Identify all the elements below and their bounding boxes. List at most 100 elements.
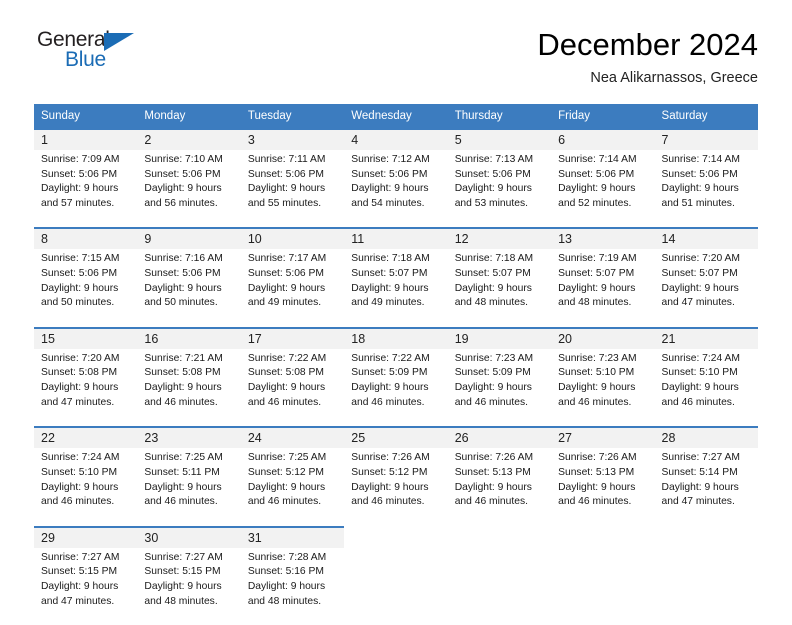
day-daylight-text: Daylight: 9 hours	[41, 183, 119, 195]
calendar-day-number[interactable]: 4	[344, 128, 448, 150]
day-sunset-text: Sunset: 5:06 PM	[144, 268, 221, 280]
day-daylight-text: and 47 minutes.	[41, 595, 115, 607]
day-daylight-text: Daylight: 9 hours	[144, 183, 222, 195]
calendar-day-number[interactable]: 28	[654, 426, 758, 449]
calendar-day-number[interactable]: 22	[34, 426, 138, 449]
day-daylight-text: Daylight: 9 hours	[41, 382, 119, 394]
weekday-header-thursday: Thursday	[447, 104, 552, 129]
calendar-day-number[interactable]: 20	[551, 326, 655, 349]
calendar-day-details: Sunrise: 7:13 AM Sunset: 5:06 PM Daylight:…	[447, 150, 552, 229]
calendar-day-details: Sunrise: 7:18 AM Sunset: 5:07 PM Daylight:…	[344, 249, 448, 328]
calendar-cell-empty	[344, 547, 448, 625]
day-daylight-text: Daylight: 9 hours	[41, 580, 119, 592]
calendar-day-number[interactable]: 17	[240, 326, 345, 349]
day-sunset-text: Sunset: 5:09 PM	[351, 367, 428, 379]
day-daylight-text: and 46 minutes.	[247, 496, 322, 508]
calendar-day-details: Sunrise: 7:19 AM Sunset: 5:07 PM Daylight:…	[551, 249, 655, 328]
calendar-day-number[interactable]: 16	[137, 326, 241, 349]
day-daylight-text: and 50 minutes.	[144, 297, 218, 309]
day-daylight-text: Daylight: 9 hours	[558, 183, 636, 195]
day-daylight-text: and 46 minutes.	[558, 496, 632, 508]
calendar-week-details: Sunrise: 7:09 AM Sunset: 5:06 PM Daylight:…	[34, 150, 758, 229]
day-daylight-text: and 47 minutes.	[661, 297, 735, 309]
calendar-day-number[interactable]: 21	[654, 326, 758, 349]
day-sunrise-text: Sunrise: 7:15 AM	[41, 253, 120, 265]
day-daylight-text: and 46 minutes.	[41, 496, 115, 508]
day-daylight-text: and 53 minutes.	[454, 197, 528, 209]
calendar-day-details: Sunrise: 7:21 AM Sunset: 5:08 PM Daylight:…	[137, 348, 241, 428]
day-sunset-text: Sunset: 5:08 PM	[247, 367, 324, 379]
day-sunset-text: Sunset: 5:08 PM	[41, 367, 118, 379]
calendar-day-details: Sunrise: 7:26 AM Sunset: 5:12 PM Daylight:…	[344, 448, 448, 527]
day-daylight-text: Daylight: 9 hours	[247, 382, 326, 394]
day-daylight-text: Daylight: 9 hours	[247, 580, 326, 592]
day-sunrise-text: Sunrise: 7:27 AM	[661, 452, 740, 464]
calendar-day-number[interactable]: 8	[34, 227, 138, 250]
day-daylight-text: and 57 minutes.	[41, 197, 115, 209]
day-sunset-text: Sunset: 5:07 PM	[661, 268, 738, 280]
calendar-day-number[interactable]: 10	[240, 227, 345, 250]
calendar-day-number[interactable]: 2	[137, 128, 241, 150]
calendar-day-number[interactable]: 27	[551, 426, 655, 449]
logo-triangle-icon	[104, 33, 134, 51]
calendar-week-daynumbers: 29 30 31	[34, 525, 758, 548]
day-sunset-text: Sunset: 5:08 PM	[144, 367, 221, 379]
day-daylight-text: Daylight: 9 hours	[247, 282, 326, 294]
day-sunrise-text: Sunrise: 7:14 AM	[661, 154, 740, 165]
day-daylight-text: Daylight: 9 hours	[247, 481, 326, 493]
calendar-cell-empty	[654, 525, 758, 548]
calendar-day-number[interactable]: 18	[344, 326, 448, 349]
calendar-day-number[interactable]: 6	[551, 128, 655, 150]
day-sunset-text: Sunset: 5:10 PM	[41, 466, 118, 478]
day-sunrise-text: Sunrise: 7:27 AM	[144, 551, 223, 563]
calendar-day-number[interactable]: 25	[344, 426, 448, 449]
day-sunrise-text: Sunrise: 7:20 AM	[41, 352, 120, 364]
calendar-day-number[interactable]: 5	[447, 128, 552, 150]
day-sunset-text: Sunset: 5:07 PM	[351, 268, 428, 280]
day-daylight-text: and 46 minutes.	[558, 396, 632, 408]
logo-text-blue: Blue	[65, 48, 106, 71]
day-daylight-text: and 47 minutes.	[41, 396, 115, 408]
day-sunrise-text: Sunrise: 7:26 AM	[558, 452, 637, 464]
day-daylight-text: and 46 minutes.	[144, 496, 218, 508]
day-sunrise-text: Sunrise: 7:22 AM	[247, 352, 327, 364]
calendar-day-number[interactable]: 11	[344, 227, 448, 250]
calendar-day-number[interactable]: 12	[447, 227, 552, 250]
calendar-day-number[interactable]: 19	[447, 326, 552, 349]
day-daylight-text: and 48 minutes.	[454, 297, 528, 309]
day-sunset-text: Sunset: 5:06 PM	[41, 168, 118, 180]
calendar-day-details: Sunrise: 7:20 AM Sunset: 5:07 PM Daylight:…	[654, 249, 758, 328]
day-daylight-text: Daylight: 9 hours	[558, 282, 636, 294]
day-sunrise-text: Sunrise: 7:10 AM	[144, 154, 223, 165]
day-sunrise-text: Sunrise: 7:21 AM	[144, 352, 223, 364]
calendar-day-number[interactable]: 26	[447, 426, 552, 449]
day-daylight-text: Daylight: 9 hours	[558, 382, 636, 394]
calendar-day-number[interactable]: 24	[240, 426, 345, 449]
calendar-day-details: Sunrise: 7:20 AM Sunset: 5:08 PM Daylight:…	[34, 348, 138, 428]
calendar-day-number[interactable]: 1	[34, 128, 138, 150]
calendar-day-number[interactable]: 30	[137, 525, 241, 548]
calendar-day-number[interactable]: 7	[654, 128, 758, 150]
calendar-day-number[interactable]: 15	[34, 326, 138, 349]
day-daylight-text: and 56 minutes.	[144, 197, 218, 209]
calendar-day-details: Sunrise: 7:23 AM Sunset: 5:10 PM Daylight:…	[551, 348, 655, 428]
calendar-day-number[interactable]: 31	[240, 525, 345, 548]
day-sunset-text: Sunset: 5:06 PM	[558, 168, 635, 180]
calendar-day-number[interactable]: 29	[34, 525, 138, 548]
calendar-day-number[interactable]: 3	[240, 128, 345, 150]
calendar-day-number[interactable]: 14	[654, 227, 758, 250]
calendar-table: Sunday Monday Tuesday Wednesday Thursday…	[34, 104, 758, 625]
calendar-day-number[interactable]: 9	[137, 227, 241, 250]
calendar-day-number[interactable]: 13	[551, 227, 655, 250]
day-sunrise-text: Sunrise: 7:24 AM	[41, 452, 120, 464]
day-daylight-text: Daylight: 9 hours	[661, 183, 739, 195]
general-blue-logo[interactable]: General Blue	[34, 28, 144, 76]
calendar-day-details: Sunrise: 7:17 AM Sunset: 5:06 PM Daylight:…	[240, 249, 345, 328]
day-daylight-text: and 51 minutes.	[661, 197, 735, 209]
day-daylight-text: Daylight: 9 hours	[351, 282, 429, 294]
day-daylight-text: and 46 minutes.	[144, 396, 218, 408]
calendar-day-number[interactable]: 23	[137, 426, 241, 449]
calendar-day-details: Sunrise: 7:09 AM Sunset: 5:06 PM Daylight:…	[34, 150, 138, 229]
day-sunset-text: Sunset: 5:06 PM	[247, 268, 324, 280]
day-daylight-text: Daylight: 9 hours	[454, 382, 532, 394]
